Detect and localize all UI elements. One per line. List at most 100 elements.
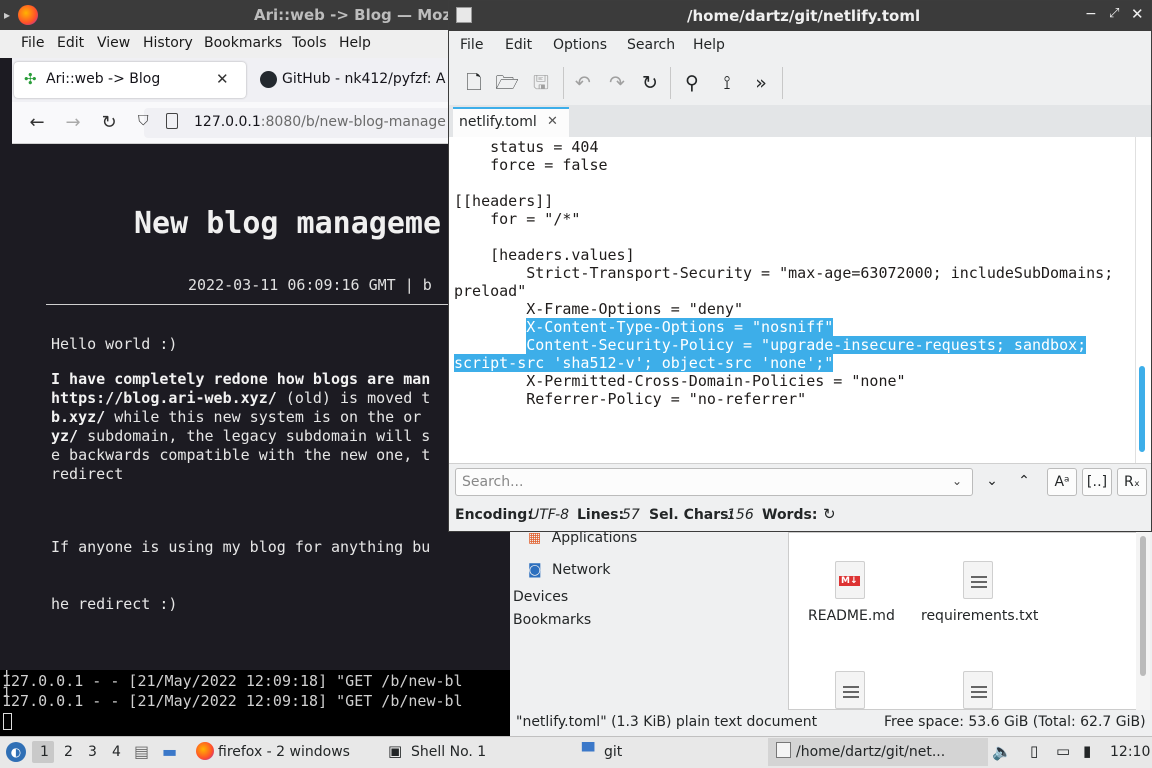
workspace-2[interactable]: 2	[64, 744, 73, 760]
regex-icon[interactable]: Rₓ	[1117, 468, 1147, 496]
taskbar: ◐ 1 2 3 4 ▤ ▬ firefox - 2 windows ▣ Shel…	[0, 736, 1152, 768]
kate-titlebar[interactable]: /home/dartz/git/netlify.toml − ⤢ ✕	[449, 1, 1151, 31]
code-line: Strict-Transport-Security = "max-age=630…	[454, 264, 1114, 282]
encoding-label: Encoding:	[455, 507, 533, 523]
scrollbar-thumb[interactable]	[1139, 366, 1145, 452]
shield-icon[interactable]: ⛉	[138, 113, 149, 129]
tab-ari-web-blog[interactable]: ✣ Ari::web -> Blog ✕	[14, 62, 246, 98]
file-manager-statusbar: "netlify.toml" (1.3 KiB) plain text docu…	[510, 710, 1152, 736]
forward-icon[interactable]: →	[62, 112, 84, 134]
menu-bookmarks[interactable]: Bookmarks	[204, 35, 282, 51]
link[interactable]: b.xyz/	[51, 408, 105, 426]
match-case-icon[interactable]: Aᵃ	[1047, 468, 1077, 496]
kate-menu-file[interactable]: File	[460, 37, 483, 53]
firefox-titlebar[interactable]: ▸ Ari::web -> Blog — Moz	[0, 0, 510, 30]
selchars-label: Sel. Chars:	[649, 507, 735, 523]
paragraph-redone: I have completely redone how blogs are m…	[51, 370, 430, 484]
editor-scrollbar[interactable]	[1135, 137, 1149, 463]
firefox-window[interactable]: ▸ Ari::web -> Blog — Moz File Edit View …	[0, 0, 510, 670]
kate-menu-help[interactable]: Help	[693, 37, 725, 53]
tab-netlify-toml[interactable]: netlify.toml ✕	[453, 107, 569, 137]
paragraph-line: I have completely redone how blogs are m…	[51, 370, 430, 389]
file-name-readme[interactable]: README.md	[808, 608, 895, 624]
menu-file[interactable]: File	[21, 35, 44, 51]
firefox-navbar: ← → ↻ ⛉ 127.0.0.1:8080/b/new-blog-manage	[12, 102, 510, 144]
minimize-icon[interactable]: −	[1085, 6, 1097, 22]
chevron-down-icon[interactable]: ⌄	[952, 474, 962, 488]
file-view-scrollbar[interactable]	[1136, 532, 1150, 710]
text-file-icon[interactable]	[963, 561, 993, 599]
menu-tools[interactable]: Tools	[292, 35, 327, 51]
network-status-icon[interactable]: ▭	[1056, 742, 1070, 760]
volume-icon[interactable]: 🔈	[992, 742, 1012, 761]
window-menu-icon[interactable]: ▸	[4, 8, 10, 22]
reload-icon[interactable]: ↻	[637, 70, 663, 96]
task-shell[interactable]: Shell No. 1	[411, 744, 486, 760]
file-manager-launcher-icon[interactable]: ▤	[134, 742, 149, 761]
sidebar-item-applications[interactable]: ▦ Applications	[528, 532, 637, 546]
find-previous-icon[interactable]: ⌃	[1009, 468, 1039, 496]
kate-menu-options[interactable]: Options	[553, 37, 607, 53]
clipboard-icon[interactable]: ▯	[1030, 742, 1038, 760]
tab-label: Ari::web -> Blog	[46, 71, 161, 87]
code-editor[interactable]: status = 404 force = false [[headers]] fo…	[449, 137, 1151, 463]
close-tab-icon[interactable]: ✕	[216, 70, 229, 88]
search-input[interactable]: Search...	[455, 468, 973, 496]
battery-icon[interactable]: ▮	[1083, 742, 1091, 760]
desktop-icon[interactable]: ▬	[162, 742, 177, 761]
find-next-icon[interactable]: ⌄	[977, 468, 1007, 496]
file-view[interactable]: M↓ README.md requirements.txt	[788, 532, 1138, 710]
applications-icon: ▦	[528, 532, 542, 546]
refresh-icon[interactable]: ↻	[823, 505, 836, 523]
kate-menu-search[interactable]: Search	[627, 37, 675, 53]
lines-value: 57	[622, 507, 640, 523]
maximize-icon[interactable]: ⤢	[1109, 6, 1119, 21]
code-line: status = 404	[454, 138, 599, 156]
new-file-icon[interactable]: 🗋	[461, 70, 487, 96]
terminal-log-line: 127.0.0.1 - - [21/May/2022 12:09:18] "GE…	[2, 692, 463, 710]
link[interactable]: https://blog.ari-web.xyz/	[51, 389, 277, 407]
whole-words-icon[interactable]: [‥]	[1082, 468, 1112, 496]
close-tab-icon[interactable]: ✕	[547, 114, 558, 129]
sidebar-section-devices[interactable]: Devices	[513, 589, 568, 605]
scrollbar-thumb[interactable]	[1140, 536, 1146, 676]
menu-edit[interactable]: Edit	[57, 35, 84, 51]
menu-history[interactable]: History	[143, 35, 193, 51]
task-git[interactable]: git	[604, 744, 622, 760]
menu-view[interactable]: View	[97, 35, 130, 51]
reload-icon[interactable]: ↻	[98, 112, 120, 134]
free-space: Free space: 53.6 GiB (Total: 62.7 GiB)	[884, 714, 1146, 730]
start-menu-icon[interactable]: ◐	[6, 742, 26, 762]
clock[interactable]: 12:10	[1110, 744, 1150, 760]
file-name-requirements[interactable]: requirements.txt	[921, 608, 1038, 624]
encoding-value[interactable]: UTF-8	[529, 507, 569, 523]
back-icon[interactable]: ←	[26, 112, 48, 134]
link[interactable]: I have completely redone how blogs are m…	[51, 370, 430, 388]
page-icon[interactable]	[166, 113, 178, 129]
more-chevron-icon[interactable]: »	[748, 70, 774, 96]
text-file-icon[interactable]	[835, 671, 865, 709]
task-kate[interactable]: /home/dartz/git/net...	[796, 744, 945, 760]
file-manager-window[interactable]: ▦ Applications ◙ Network Devices Bookmar…	[510, 532, 1152, 736]
undo-icon[interactable]: ↶	[570, 70, 596, 96]
text-file-icon[interactable]	[963, 671, 993, 709]
link[interactable]: yz/	[51, 427, 78, 445]
close-icon[interactable]: ✕	[1131, 5, 1144, 23]
find-replace-icon[interactable]: ⟟	[714, 70, 740, 96]
redo-icon[interactable]: ↷	[604, 70, 630, 96]
markdown-file-icon[interactable]: M↓	[835, 561, 865, 599]
task-firefox[interactable]: firefox - 2 windows	[218, 744, 350, 760]
workspace-3[interactable]: 3	[88, 744, 97, 760]
code-line: Content-Security-Policy = "upgrade-insec…	[526, 336, 1087, 354]
sidebar-item-network[interactable]: ◙ Network	[528, 562, 611, 578]
workspace-1-label[interactable]: 1	[40, 744, 49, 760]
open-folder-icon[interactable]: 🗁	[494, 70, 520, 96]
sidebar-section-bookmarks[interactable]: Bookmarks	[513, 612, 591, 628]
kate-window-title: /home/dartz/git/netlify.toml	[687, 7, 921, 25]
kate-menu-edit[interactable]: Edit	[505, 37, 532, 53]
workspace-4[interactable]: 4	[112, 744, 121, 760]
menu-help[interactable]: Help	[339, 35, 371, 51]
search-icon[interactable]: ⚲	[679, 70, 705, 96]
save-icon[interactable]: 🖫	[528, 70, 554, 96]
kate-editor-window[interactable]: /home/dartz/git/netlify.toml − ⤢ ✕ File …	[448, 0, 1152, 532]
